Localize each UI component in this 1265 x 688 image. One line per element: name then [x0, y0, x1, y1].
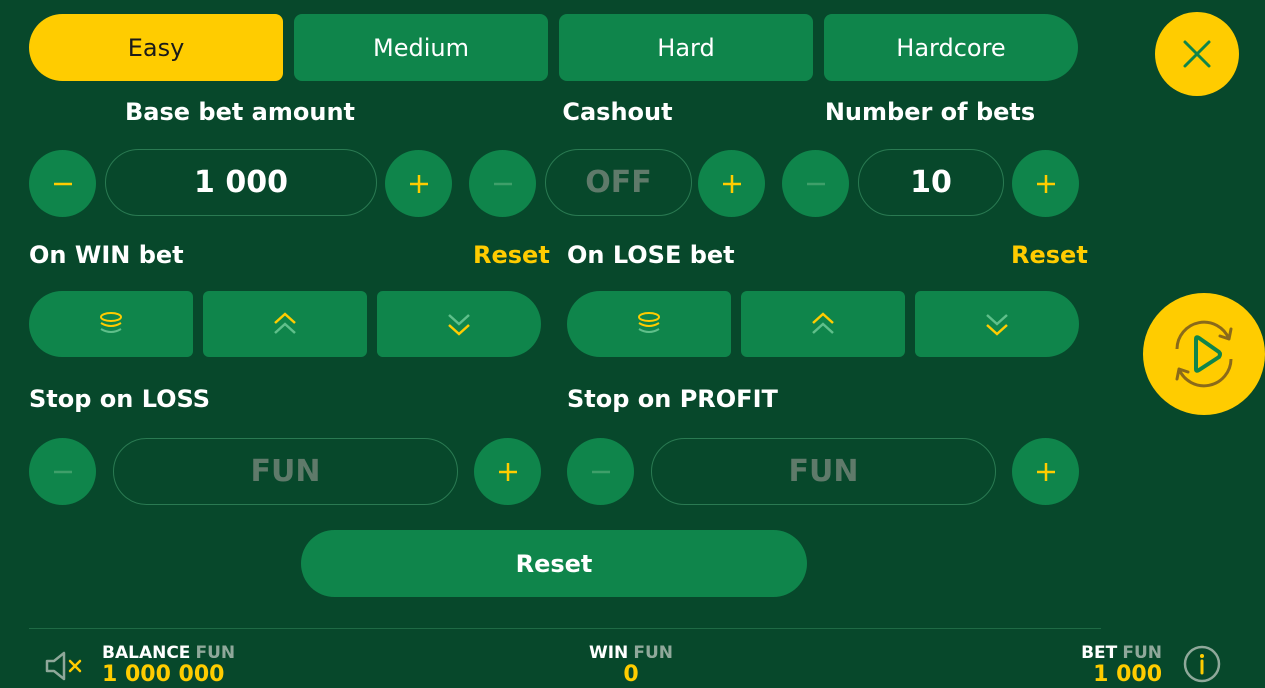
stop-loss-increase-button[interactable]	[474, 438, 541, 505]
double-chevron-up-icon	[812, 312, 834, 334]
win-block: WIN FUN 0	[581, 643, 681, 687]
on-lose-decrease-button[interactable]	[915, 291, 1079, 357]
cashout-label: Cashout	[562, 98, 673, 126]
sound-toggle-button[interactable]	[44, 648, 84, 684]
plus-icon	[498, 462, 517, 481]
double-chevron-down-icon	[448, 314, 470, 336]
tab-medium[interactable]: Medium	[294, 14, 548, 81]
bets-increase-button[interactable]	[1012, 150, 1079, 217]
base-bet-increase-button[interactable]	[385, 150, 452, 217]
coins-icon	[100, 312, 122, 333]
stop-loss-decrease-button[interactable]	[29, 438, 96, 505]
cashout-decrease-button[interactable]	[469, 150, 536, 217]
stop-profit-increase-button[interactable]	[1012, 438, 1079, 505]
close-button[interactable]	[1155, 12, 1239, 96]
minus-icon	[591, 470, 610, 473]
bet-block: BET FUN 1 000	[1070, 643, 1162, 687]
stop-profit-input[interactable]: FUN	[651, 438, 996, 505]
on-lose-base-button[interactable]	[567, 291, 731, 357]
info-icon	[1183, 645, 1221, 683]
plus-icon	[1036, 174, 1055, 193]
base-bet-input[interactable]: 1 000	[105, 149, 377, 216]
cashout-increase-button[interactable]	[698, 150, 765, 217]
tab-hard[interactable]: Hard	[559, 14, 813, 81]
info-button[interactable]	[1183, 645, 1221, 683]
on-lose-increase-button[interactable]	[741, 291, 905, 357]
win-label: WIN	[588, 643, 629, 663]
win-value: 0	[623, 662, 639, 687]
on-lose-reset-link[interactable]: Reset	[1011, 241, 1088, 269]
footer-divider	[29, 628, 1101, 629]
on-win-reset-link[interactable]: Reset	[473, 241, 550, 269]
on-win-increase-button[interactable]	[203, 291, 367, 357]
bet-label: BET	[1081, 643, 1118, 663]
number-of-bets-label: Number of bets	[824, 98, 1036, 126]
minus-icon	[53, 182, 72, 185]
plus-icon	[409, 174, 428, 193]
minus-icon	[806, 182, 825, 185]
sound-muted-icon	[45, 651, 82, 681]
balance-label: BALANCE	[102, 643, 191, 663]
autoplay-icon	[1175, 320, 1233, 388]
coins-icon	[638, 312, 660, 333]
double-chevron-up-icon	[274, 312, 296, 334]
base-bet-label: Base bet amount	[124, 98, 356, 126]
balance-value: 1 000 000	[102, 662, 225, 687]
base-bet-decrease-button[interactable]	[29, 150, 96, 217]
stop-on-loss-label: Stop on LOSS	[29, 385, 211, 413]
cashout-input[interactable]: OFF	[545, 149, 692, 216]
tab-hardcore[interactable]: Hardcore	[824, 14, 1078, 81]
tab-easy[interactable]: Easy	[29, 14, 283, 81]
stop-profit-decrease-button[interactable]	[567, 438, 634, 505]
on-win-base-button[interactable]	[29, 291, 193, 357]
bet-currency: FUN	[1122, 643, 1162, 663]
on-win-decrease-button[interactable]	[377, 291, 541, 357]
stop-on-profit-label: Stop on PROFIT	[567, 385, 778, 413]
minus-icon	[493, 182, 512, 185]
win-currency: FUN	[633, 643, 674, 663]
bets-decrease-button[interactable]	[782, 150, 849, 217]
number-of-bets-input[interactable]: 10	[858, 149, 1004, 216]
reset-button[interactable]: Reset	[301, 530, 807, 597]
plus-icon	[1036, 462, 1055, 481]
bet-value: 1 000	[1093, 662, 1162, 687]
balance-currency: FUN	[195, 643, 236, 663]
on-lose-label: On LOSE bet	[567, 241, 735, 269]
close-icon	[1183, 40, 1211, 68]
on-win-label: On WIN bet	[29, 241, 184, 269]
balance-block: BALANCE FUN 1 000 000	[102, 643, 235, 687]
double-chevron-down-icon	[986, 314, 1008, 336]
stop-loss-input[interactable]: FUN	[113, 438, 458, 505]
plus-icon	[722, 174, 741, 193]
minus-icon	[53, 470, 72, 473]
autoplay-button[interactable]	[1143, 293, 1265, 415]
